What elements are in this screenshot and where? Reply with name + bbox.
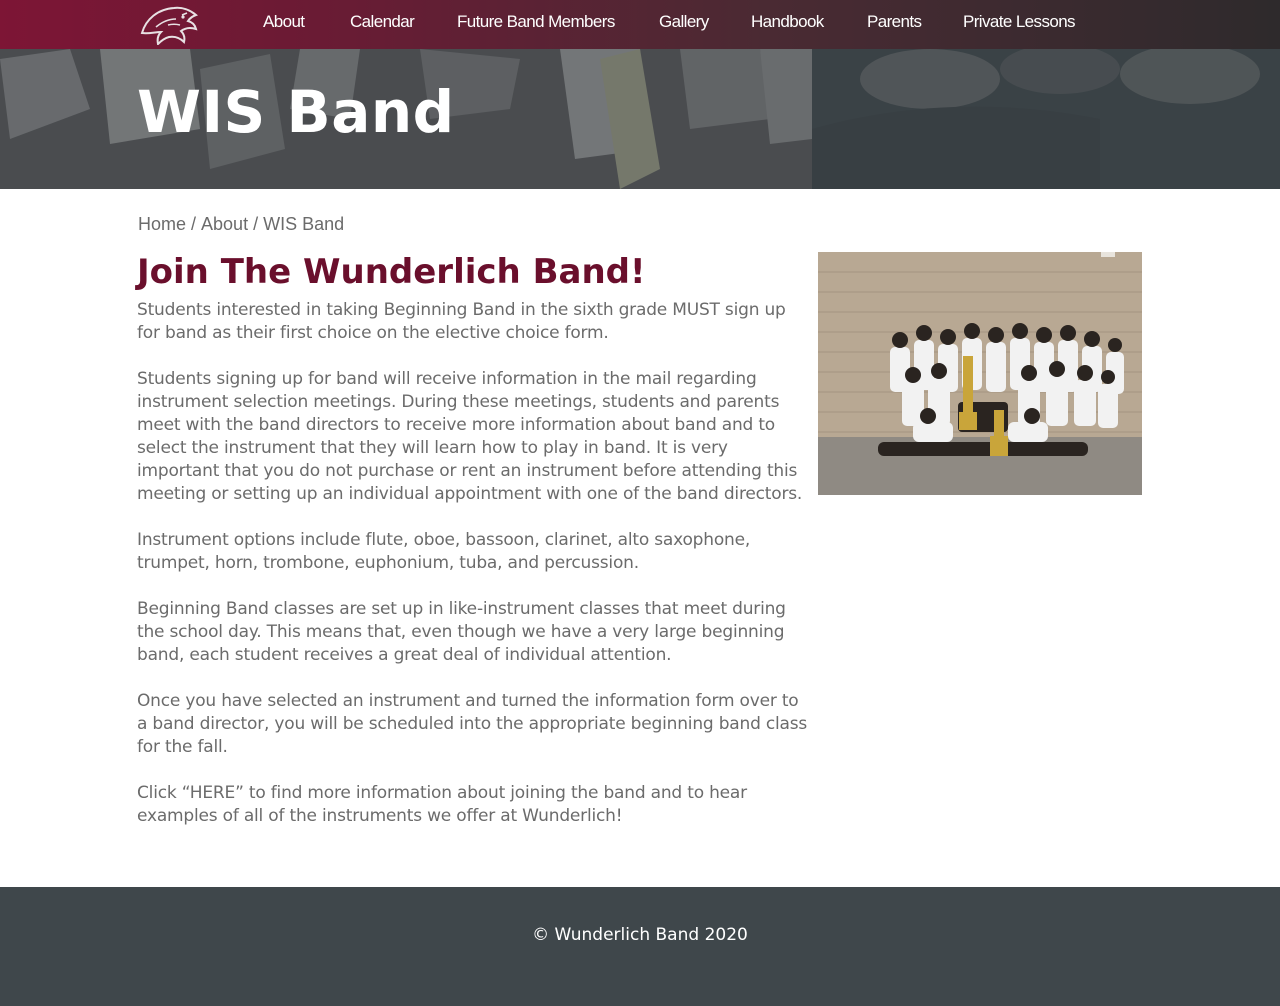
nav-item-parents[interactable]: Parents	[867, 12, 922, 32]
paragraph-instrument-options: Instrument options include flute, oboe, …	[137, 530, 751, 573]
nav-item-private-lessons[interactable]: Private Lessons	[963, 12, 1076, 32]
footer: © Wunderlich Band 2020	[0, 887, 1280, 1006]
content-body: Students interested in taking Beginning …	[137, 299, 809, 851]
paragraph-signup: Students interested in taking Beginning …	[137, 300, 786, 343]
breadcrumb-about-link[interactable]: About	[201, 214, 248, 234]
nav-item-handbook[interactable]: Handbook	[751, 12, 824, 32]
nav-item-future-band-members[interactable]: Future Band Members	[457, 12, 615, 32]
page-title: WIS Band	[137, 78, 455, 146]
breadcrumb: Home / About / WIS Band	[138, 214, 344, 235]
breadcrumb-separator: /	[191, 214, 197, 234]
breadcrumb-current: WIS Band	[263, 214, 345, 234]
paragraph-scheduling: Once you have selected an instrument and…	[137, 691, 808, 757]
band-group-photo	[818, 252, 1142, 495]
breadcrumb-separator: /	[253, 214, 259, 234]
nav-item-gallery[interactable]: Gallery	[659, 12, 709, 32]
panther-logo-icon[interactable]	[138, 3, 200, 47]
footer-copyright: © Wunderlich Band 2020	[532, 925, 748, 945]
paragraph-instrument-meetings: Students signing up for band will receiv…	[137, 369, 803, 504]
breadcrumb-home-link[interactable]: Home	[138, 214, 186, 234]
hero-banner: WIS Band	[0, 49, 1280, 189]
paragraph-class-structure: Beginning Band classes are set up in lik…	[137, 599, 786, 665]
paragraph-click-here[interactable]: Click “HERE” to find more information ab…	[137, 782, 809, 828]
top-navbar: About Calendar Future Band Members Galle…	[0, 0, 1280, 49]
nav-item-calendar[interactable]: Calendar	[350, 12, 415, 32]
nav-item-about[interactable]: About	[263, 12, 305, 32]
content-heading: Join The Wunderlich Band!	[137, 252, 646, 292]
